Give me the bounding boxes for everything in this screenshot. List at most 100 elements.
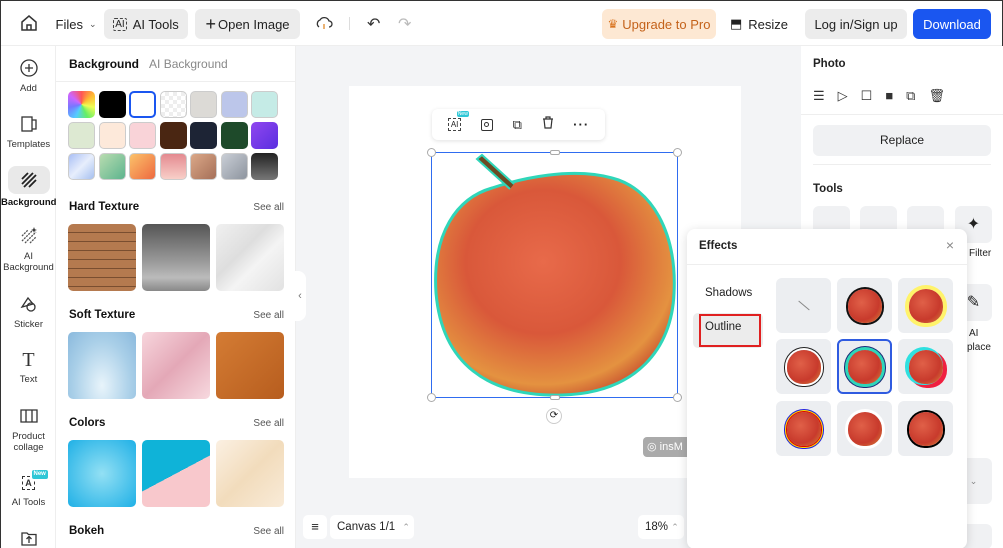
outline-cyan-red[interactable] (898, 339, 953, 394)
swatch-white[interactable] (129, 91, 156, 118)
color-blue-pink[interactable] (142, 440, 210, 507)
swatch-pink[interactable] (129, 122, 156, 149)
watermark-logo-icon: ◎ (647, 441, 657, 453)
tab-shadows[interactable]: Shadows (705, 287, 752, 299)
sidebar-item-background[interactable]: Background (1, 166, 56, 208)
outline-white-dashed[interactable] (776, 339, 831, 394)
trash-icon[interactable]: 🗑 (928, 88, 945, 104)
mask-icon[interactable] (481, 118, 493, 131)
duplicate-icon[interactable]: ⧉ (906, 88, 915, 104)
swatch-lavender[interactable] (220, 91, 248, 118)
sidebar-item-sticker[interactable]: Sticker (1, 294, 56, 330)
texture-pink-silk[interactable] (142, 332, 210, 399)
color-sky-blue[interactable] (68, 440, 136, 507)
sidebar-item-templates[interactable]: Templates (1, 114, 56, 150)
resize-button[interactable]: ⬒ Resize (729, 9, 789, 39)
swatch-transparent[interactable] (159, 91, 187, 118)
login-button[interactable]: Log in/Sign up (805, 9, 907, 39)
swatch-grad-pink[interactable] (159, 153, 187, 180)
layers-icon[interactable]: ☰ (813, 88, 825, 104)
swatch-mint[interactable] (251, 91, 278, 118)
tab-outline[interactable]: Outline (693, 313, 763, 348)
tab-background[interactable]: Background (69, 57, 139, 71)
texture-marble[interactable] (216, 224, 284, 291)
layers-button[interactable]: ≡ (303, 515, 327, 539)
color-swatches (68, 91, 286, 180)
see-all-link[interactable]: See all (253, 310, 284, 321)
color-cream[interactable] (216, 440, 284, 507)
swatch-purple[interactable] (251, 122, 278, 149)
close-icon[interactable]: × (946, 237, 954, 253)
swatch-grad-silver[interactable] (220, 153, 248, 180)
outline-black-thick[interactable] (898, 401, 953, 456)
outline-red-yellow-blue[interactable] (776, 401, 831, 456)
swatch-sage[interactable] (68, 122, 95, 149)
swatch-navy[interactable] (190, 122, 217, 149)
flip-icon[interactable]: ▷ (838, 88, 848, 104)
files-menu[interactable]: Files ⌄ (51, 9, 101, 39)
swatch-light-grey[interactable] (190, 91, 217, 118)
zoom-control[interactable]: 18% ⌃ (638, 515, 684, 539)
swatch-grad-brown[interactable] (190, 153, 217, 180)
trash-icon[interactable] (542, 115, 554, 134)
sidebar-item-add[interactable]: Add (1, 58, 56, 94)
home-icon[interactable] (19, 13, 39, 33)
more-icon[interactable]: ··· (573, 117, 589, 132)
chevron-down-icon: ⌄ (88, 18, 97, 29)
cloud-upload-icon[interactable] (315, 15, 333, 31)
tab-ai-background[interactable]: AI Background (149, 57, 228, 71)
sidebar-item-upload[interactable] (1, 529, 56, 548)
swatch-grad-orange[interactable] (129, 153, 156, 180)
collapse-panel-handle[interactable]: ‹ (294, 271, 306, 321)
texture-water-splash[interactable] (68, 332, 136, 399)
swatch-black[interactable] (98, 91, 126, 118)
watermark-text: insM (659, 441, 683, 453)
open-image-label: Open Image (217, 16, 290, 32)
sidebar-item-ai-background[interactable]: AI Background (1, 226, 56, 273)
ai-tool-icon[interactable]: AI New (447, 111, 469, 131)
undo-icon[interactable]: ↶ (367, 14, 380, 34)
download-button[interactable]: Download (913, 9, 991, 39)
swatch-rainbow[interactable] (68, 91, 95, 118)
canvas-pager[interactable]: Canvas 1/1 ⌃ (330, 515, 414, 539)
resize-handle[interactable] (550, 150, 560, 155)
texture-wood[interactable] (68, 224, 136, 291)
lock-icon[interactable]: ☐ (861, 88, 873, 104)
resize-handle[interactable] (673, 393, 682, 402)
ai-tools-button[interactable]: AI AI Tools (104, 9, 188, 39)
texture-orange-leather[interactable] (216, 332, 284, 399)
outline-yellow-glow[interactable] (898, 278, 953, 333)
resize-handle[interactable] (427, 148, 436, 157)
ai-background-icon (18, 226, 40, 248)
swatch-brown[interactable] (159, 122, 187, 149)
swatch-grad-blue[interactable] (68, 153, 95, 180)
swatch-dark-green[interactable] (220, 122, 248, 149)
rotate-handle[interactable]: ⟳ (546, 408, 562, 424)
duplicate-icon[interactable]: ⧉ (513, 117, 522, 133)
sidebar-item-ai-tools[interactable]: A New AI Tools (1, 470, 56, 508)
redo-icon[interactable]: ↷ (398, 14, 411, 34)
outline-black[interactable] (837, 278, 892, 333)
sidebar-item-product-collage[interactable]: Product collage (1, 406, 56, 453)
see-all-link[interactable]: See all (253, 202, 284, 213)
outline-white[interactable] (837, 401, 892, 456)
swatch-peach[interactable] (98, 122, 126, 149)
see-all-link[interactable]: See all (253, 418, 284, 429)
resize-label: Resize (748, 16, 789, 32)
selected-photo[interactable] (427, 148, 682, 402)
sidebar-item-text[interactable]: T Text (1, 349, 56, 385)
text-icon: T (22, 349, 35, 371)
see-all-link[interactable]: See all (253, 526, 284, 537)
resize-handle[interactable] (550, 395, 560, 400)
open-image-button[interactable]: + Open Image (195, 9, 300, 39)
outline-teal-selected[interactable] (837, 339, 892, 394)
outline-none[interactable] (776, 278, 831, 333)
swatch-grad-green[interactable] (98, 153, 126, 180)
resize-handle[interactable] (427, 393, 436, 402)
resize-handle[interactable] (673, 148, 682, 157)
upgrade-button[interactable]: ♛ Upgrade to Pro (602, 9, 716, 39)
replace-button[interactable]: Replace (813, 125, 991, 156)
paint-roller-icon[interactable]: ■ (885, 88, 893, 104)
swatch-grad-dark[interactable] (251, 153, 278, 180)
texture-concrete[interactable] (142, 224, 210, 291)
